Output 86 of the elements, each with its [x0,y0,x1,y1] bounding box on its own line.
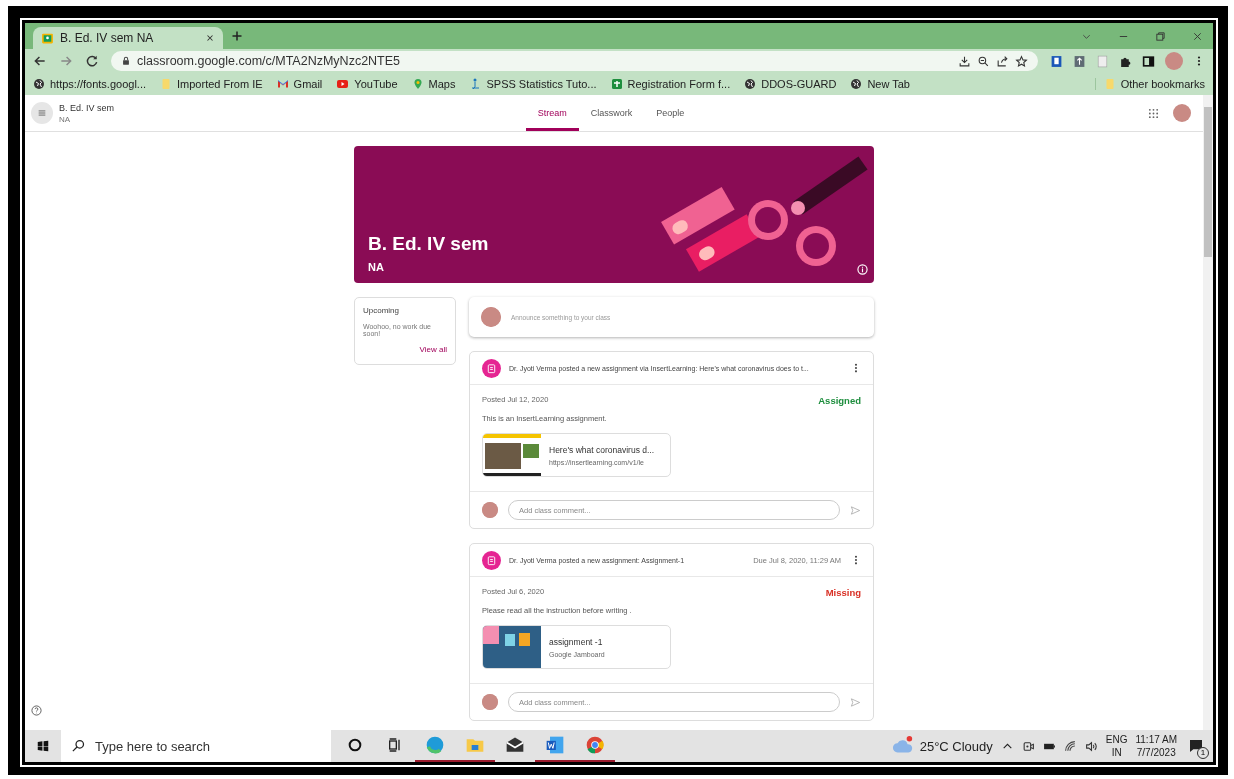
mail-icon [505,735,525,755]
apps-grid-icon [1148,107,1159,119]
message-icon [1188,738,1204,754]
input-region[interactable]: IN [1111,747,1122,758]
globe-icon [744,78,757,90]
document-icon [1096,54,1109,68]
class-section: NA [59,114,115,124]
notifications-button[interactable]: 1 [1185,735,1207,757]
browser-tab[interactable]: B. Ed. IV sem NA [33,27,223,49]
profile-avatar[interactable] [1173,104,1191,122]
banner-section: NA [368,261,860,273]
other-bookmarks[interactable]: Other bookmarks [1094,78,1205,90]
menu-button[interactable] [31,102,53,124]
attachment-title: Here's what coronavirus d... [549,444,655,455]
assignment-icon [482,358,501,378]
search-icon [71,738,86,753]
upcoming-title: Upcoming [363,306,400,315]
send-icon [850,504,861,516]
map-pin-icon [411,78,424,90]
help-icon[interactable] [31,705,42,716]
input-language[interactable]: ENG [1105,734,1128,745]
address-bar[interactable]: classroom.google.com/c/MTA2NzMyNzc2NTE5 [111,51,1038,71]
nav-tab[interactable]: Classwork [578,98,645,131]
figure-icon [469,78,482,90]
bookmark[interactable]: Maps [411,78,456,90]
mail-icon [276,78,289,90]
play-icon [336,78,350,90]
bookmark[interactable]: YouTube [336,78,398,90]
menu-icon [37,108,47,118]
bookmark[interactable]: https://fonts.googl... [33,78,146,90]
class-name: B. Ed. IV sem [59,102,115,113]
scrollbar-thumb[interactable] [1204,107,1212,257]
globe-icon [33,78,45,90]
info-icon[interactable] [857,264,868,275]
forward-icon [59,54,73,68]
share-icon [996,54,1009,68]
attachment-title: assignment -1 [549,636,604,647]
circle-icon [347,737,363,753]
speaker-icon [1084,739,1098,753]
wifi-icon [1063,739,1077,753]
webpage-thumbnail [483,434,541,476]
folder-icon [160,78,172,90]
lock-icon [121,56,131,66]
bookmark[interactable]: DDOS-GUARD [744,78,837,90]
view-all-link[interactable]: View all [419,345,447,354]
plus-square-icon [610,78,623,90]
user-avatar [482,502,498,518]
word-icon [545,735,565,755]
user-avatar [482,694,498,710]
assignment-status: Assigned [818,395,861,406]
nav-tab[interactable]: Stream [525,98,579,131]
bookmark[interactable]: Imported From IE [160,78,263,90]
browser-logo-icon [585,735,605,755]
user-avatar [481,307,501,327]
bookmark[interactable]: Registration Form f... [610,78,731,90]
clock-time[interactable]: 11:17 AM [1135,734,1177,745]
side-panel-icon [1142,54,1155,68]
jamboard-thumbnail [483,626,541,668]
send-icon [850,696,861,708]
star-icon [1015,54,1028,68]
bookmark[interactable]: New Tab [850,78,910,90]
banner-title: B. Ed. IV sem [368,233,490,255]
bookmark[interactable]: Gmail [276,78,323,90]
assignment-icon [482,550,501,570]
restore-icon [1155,30,1166,42]
globe-icon [850,78,863,90]
edge-icon [425,735,445,755]
camera-icon [1021,739,1035,753]
windows-icon [36,739,50,753]
upload-card-icon [1073,54,1086,68]
taskbar-search-field[interactable]: Type here to search [61,730,331,762]
weather-widget[interactable]: 25°C Cloudy [891,735,993,757]
classroom-icon [41,31,54,45]
reload-icon [85,54,99,68]
assignment-status: Missing [825,587,861,598]
book-icon [1050,54,1063,68]
bookmark[interactable]: SPSS Statistics Tuto... [469,78,597,90]
download-icon [958,54,971,68]
new-tab-icon[interactable] [231,30,243,42]
clock-date[interactable]: 7/7/2023 [1136,747,1176,758]
close-icon [205,33,215,43]
task-view-icon [387,737,403,753]
nav-tab[interactable]: People [644,98,697,131]
back-icon [33,54,47,68]
zoom-out-icon [977,54,990,68]
close-icon [1192,30,1203,42]
